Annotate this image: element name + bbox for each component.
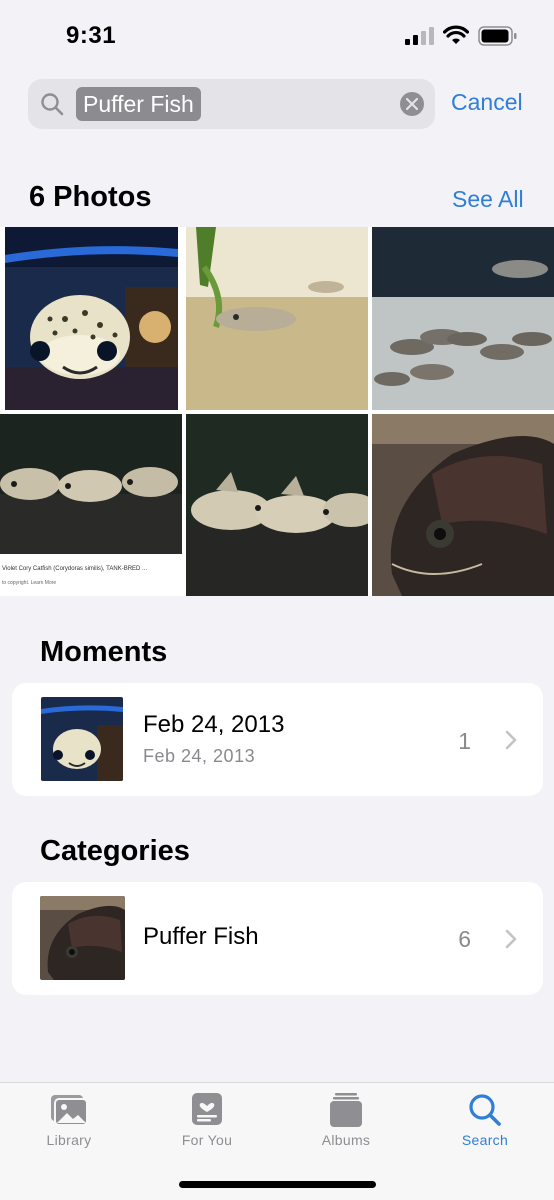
tab-albums[interactable]: Albums	[286, 1091, 406, 1161]
wifi-icon	[443, 25, 469, 44]
tab-for-you-label: For You	[181, 1132, 233, 1148]
photo-cory-group[interactable]	[372, 227, 554, 410]
photos-section-title: 6 Photos	[29, 181, 152, 213]
status-time: 9:31	[66, 22, 117, 49]
magnifier-icon	[41, 93, 64, 116]
tab-albums-label: Albums	[321, 1132, 371, 1148]
search-field[interactable]: Puffer Fish	[28, 79, 435, 129]
tab-library-label: Library	[46, 1132, 92, 1148]
moment-row[interactable]: Feb 24, 2013 Feb 24, 2013 1	[12, 683, 543, 796]
moment-count: 1	[458, 728, 471, 754]
photo-turtle-head[interactable]	[372, 414, 554, 596]
cellular-signal-icon	[405, 27, 434, 45]
photo-grid: Violet Cory Catfish (Corydoras similis),…	[0, 227, 554, 596]
chevron-right-icon	[505, 929, 517, 949]
moment-thumbnail	[41, 697, 123, 781]
category-thumbnail	[40, 896, 125, 980]
clear-search-icon[interactable]	[400, 92, 424, 116]
photo-pufferfish-tank[interactable]	[5, 227, 178, 410]
photo-cory-catfish-closeup[interactable]	[186, 414, 368, 596]
tab-search-label: Search	[461, 1132, 509, 1148]
photo-cory-catfish-web[interactable]: Violet Cory Catfish (Corydoras similis),…	[0, 414, 182, 596]
battery-icon	[478, 26, 517, 46]
search-icon	[469, 1094, 501, 1126]
moment-title: Feb 24, 2013	[143, 711, 285, 738]
category-count: 6	[458, 926, 471, 952]
categories-section-title: Categories	[40, 835, 190, 867]
photo-catfish-sand[interactable]	[186, 227, 368, 410]
search-query-token[interactable]: Puffer Fish	[76, 87, 201, 121]
cancel-button[interactable]: Cancel	[451, 89, 523, 116]
home-indicator	[179, 1181, 376, 1188]
tab-for-you[interactable]: For You	[147, 1091, 267, 1161]
category-title: Puffer Fish	[143, 923, 259, 950]
moments-section-title: Moments	[40, 636, 168, 668]
library-icon	[51, 1095, 88, 1126]
tab-search[interactable]: Search	[425, 1091, 545, 1161]
tab-library[interactable]: Library	[9, 1091, 129, 1161]
status-bar: 9:31	[0, 0, 554, 70]
for-you-icon	[192, 1093, 222, 1125]
moment-subtitle: Feb 24, 2013	[143, 746, 256, 766]
photo-caption: Violet Cory Catfish (Corydoras similis),…	[2, 566, 148, 572]
chevron-right-icon	[505, 730, 517, 750]
category-row[interactable]: Puffer Fish 6	[12, 882, 543, 995]
see-all-button[interactable]: See All	[452, 186, 524, 213]
photo-subcaption: to copyright. Learn More	[2, 580, 57, 586]
albums-icon	[330, 1093, 362, 1127]
